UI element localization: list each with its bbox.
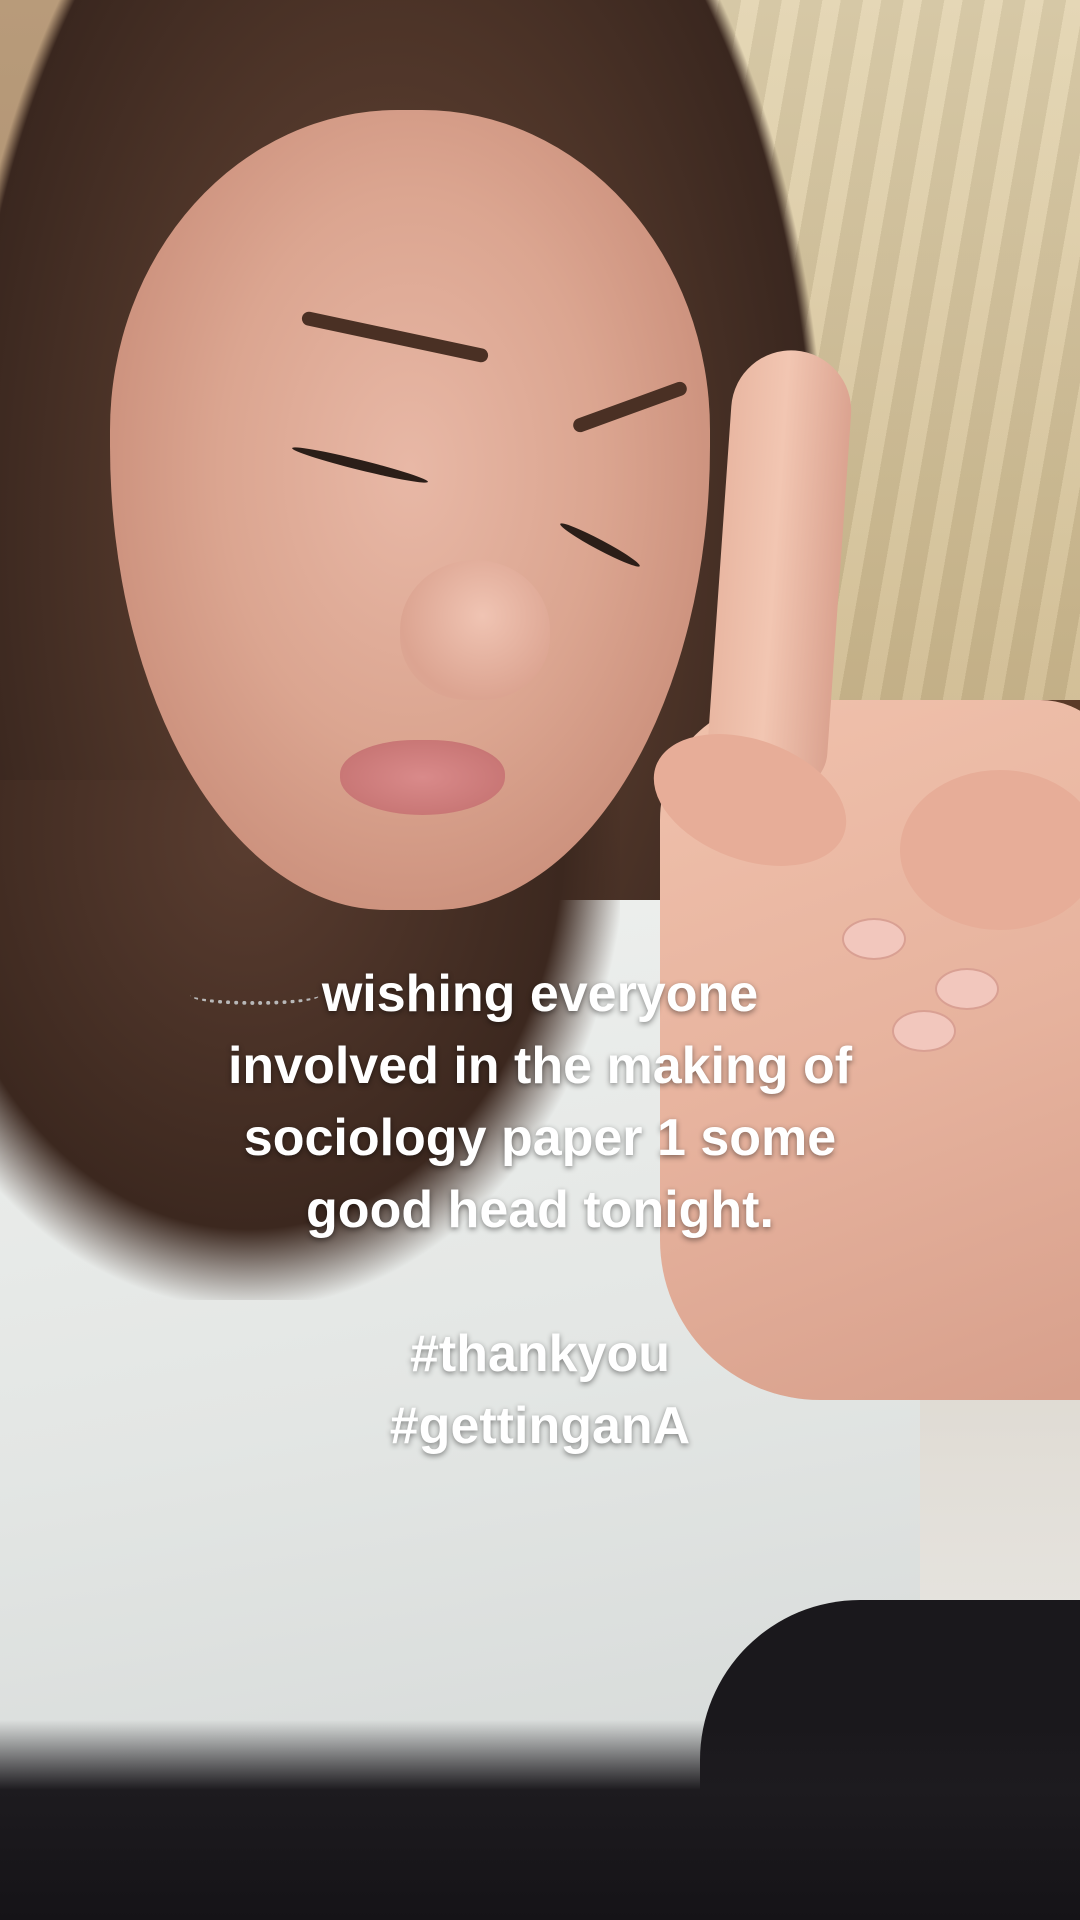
fingernail [842, 918, 906, 960]
dark-pants-bottom [0, 1720, 1080, 1920]
caption-line: sociology paper 1 some [243, 1109, 837, 1167]
caption-line: involved in the making of [227, 1037, 853, 1095]
nose [400, 560, 550, 700]
lips [340, 740, 505, 815]
hashtag-gettingana[interactable]: #gettinganA [0, 1390, 1080, 1462]
caption-line: wishing everyone [321, 965, 759, 1023]
caption-text: wishing everyone involved in the making … [0, 958, 1080, 1246]
hashtag-thankyou[interactable]: #thankyou [0, 1318, 1080, 1390]
hashtag-list: #thankyou #gettinganA [0, 1318, 1080, 1462]
caption-line: good head tonight. [306, 1181, 774, 1239]
video-frame[interactable]: wishing everyone involved in the making … [0, 0, 1080, 1920]
